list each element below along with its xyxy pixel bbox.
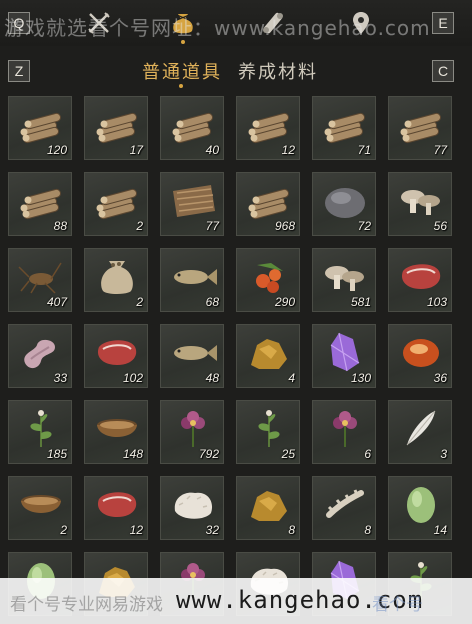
- watermark-banner: 看个号专业网易游戏 www.kangehao.com 看个号: [0, 578, 472, 624]
- next-category-key-e[interactable]: E: [432, 12, 454, 34]
- inventory-slot[interactable]: 792: [160, 400, 224, 464]
- item-count: 72: [357, 219, 371, 233]
- inventory-slot[interactable]: 71: [312, 96, 376, 160]
- item-count: 148: [122, 447, 143, 461]
- item-count: 25: [281, 447, 295, 461]
- inventory-slot[interactable]: 968: [236, 172, 300, 236]
- inventory-slot[interactable]: 88: [8, 172, 72, 236]
- item-count: 40: [205, 143, 219, 157]
- prev-tab-key-z[interactable]: Z: [8, 60, 30, 82]
- item-count: 32: [205, 523, 219, 537]
- inventory-slot[interactable]: 40: [160, 96, 224, 160]
- inventory-slot[interactable]: 103: [388, 248, 452, 312]
- item-count: 130: [350, 371, 371, 385]
- active-tab-indicator: [179, 84, 183, 88]
- inventory-slot[interactable]: 581: [312, 248, 376, 312]
- item-count: 3: [440, 447, 447, 461]
- inventory-slot[interactable]: 32: [160, 476, 224, 540]
- item-count: 77: [205, 219, 219, 233]
- item-count: 77: [433, 143, 447, 157]
- item-count: 792: [198, 447, 219, 461]
- item-count: 17: [129, 143, 143, 157]
- inventory-slot[interactable]: 36: [388, 324, 452, 388]
- next-tab-key-c[interactable]: C: [432, 60, 454, 82]
- item-count: 71: [357, 143, 371, 157]
- inventory-slot[interactable]: 2: [8, 476, 72, 540]
- item-count: 8: [364, 523, 371, 537]
- inventory-slot[interactable]: 290: [236, 248, 300, 312]
- item-count: 2: [136, 219, 143, 233]
- inventory-slot[interactable]: 6: [312, 400, 376, 464]
- inventory-slot[interactable]: 185: [8, 400, 72, 464]
- inventory-slot[interactable]: 148: [84, 400, 148, 464]
- inventory-slot[interactable]: 12: [236, 96, 300, 160]
- pouch-icon[interactable]: [168, 8, 198, 44]
- inventory-slot[interactable]: 2: [84, 172, 148, 236]
- inventory-slot[interactable]: 25: [236, 400, 300, 464]
- item-count: 581: [350, 295, 371, 309]
- item-count: 8: [288, 523, 295, 537]
- item-count: 36: [433, 371, 447, 385]
- inventory-slot[interactable]: 8: [236, 476, 300, 540]
- inventory-slot[interactable]: 17: [84, 96, 148, 160]
- item-count: 2: [136, 295, 143, 309]
- item-count: 14: [433, 523, 447, 537]
- inventory-slot[interactable]: 102: [84, 324, 148, 388]
- inventory-slot[interactable]: 130: [312, 324, 376, 388]
- item-count: 68: [205, 295, 219, 309]
- item-count: 12: [281, 143, 295, 157]
- item-count: 6: [364, 447, 371, 461]
- inventory-slot[interactable]: 120: [8, 96, 72, 160]
- item-count: 103: [426, 295, 447, 309]
- item-count: 88: [53, 219, 67, 233]
- item-count: 185: [46, 447, 67, 461]
- inventory-slot[interactable]: 77: [160, 172, 224, 236]
- item-count: 2: [60, 523, 67, 537]
- inventory-slot[interactable]: 14: [388, 476, 452, 540]
- inventory-slot[interactable]: 3: [388, 400, 452, 464]
- inventory-slot[interactable]: 2: [84, 248, 148, 312]
- inventory-slot[interactable]: 33: [8, 324, 72, 388]
- item-count: 33: [53, 371, 67, 385]
- tab-cultivation-materials[interactable]: 养成材料: [238, 58, 318, 84]
- banner-left-text: 看个号专业网易游戏: [10, 595, 163, 615]
- item-count: 12: [129, 523, 143, 537]
- item-count: 102: [122, 371, 143, 385]
- top-navigation-bar: Q E 游戏就选看个号网址：www.kangehao.com: [0, 0, 472, 46]
- crossed-swords-icon[interactable]: [84, 8, 114, 38]
- inventory-slot[interactable]: 68: [160, 248, 224, 312]
- item-count: 407: [46, 295, 67, 309]
- prev-category-key-q[interactable]: Q: [8, 12, 30, 34]
- inventory-slot[interactable]: 8: [312, 476, 376, 540]
- inventory-slot[interactable]: 77: [388, 96, 452, 160]
- tab-common-items[interactable]: 普通道具: [142, 58, 222, 84]
- inventory-slot[interactable]: 56: [388, 172, 452, 236]
- item-count: 120: [46, 143, 67, 157]
- inventory-slot[interactable]: 12: [84, 476, 148, 540]
- map-marker-icon[interactable]: [346, 8, 376, 38]
- inventory-slot[interactable]: 4: [236, 324, 300, 388]
- item-count: 56: [433, 219, 447, 233]
- item-count: 4: [288, 371, 295, 385]
- scroll-icon[interactable]: [258, 8, 288, 38]
- item-count: 290: [274, 295, 295, 309]
- item-count: 968: [274, 219, 295, 233]
- item-count: 48: [205, 371, 219, 385]
- sub-tab-bar: Z 普通道具 养成材料 C: [0, 46, 472, 92]
- inventory-slot[interactable]: 72: [312, 172, 376, 236]
- banner-logo-text: 看个号: [372, 595, 423, 615]
- inventory-slot[interactable]: 48: [160, 324, 224, 388]
- inventory-slot[interactable]: 407: [8, 248, 72, 312]
